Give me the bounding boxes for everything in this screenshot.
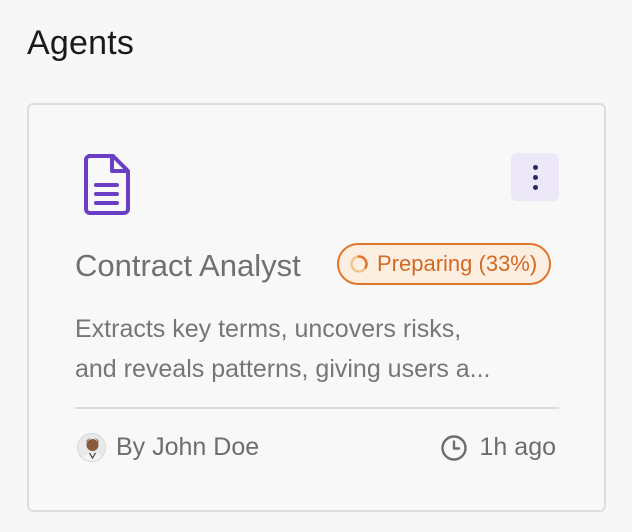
author-info: By John Doe xyxy=(77,433,259,462)
description-line: Extracts key terms, uncovers risks, xyxy=(75,315,462,343)
author-name: By John Doe xyxy=(116,433,260,461)
agent-name: Contract Analyst xyxy=(75,248,301,283)
time-ago: 1h ago xyxy=(479,433,556,461)
status-label: Preparing (33%) xyxy=(377,251,538,276)
time-info: 1h ago xyxy=(440,433,556,462)
progress-spinner-icon xyxy=(350,255,368,273)
more-vertical-icon xyxy=(532,164,538,170)
description-line: and reveals patterns, giving users a... xyxy=(75,355,491,383)
document-icon xyxy=(84,154,130,215)
more-options-button[interactable] xyxy=(511,153,559,201)
agent-description: Extracts key terms, uncovers risks, and … xyxy=(75,309,565,389)
page-title: Agents xyxy=(27,24,135,62)
avatar xyxy=(77,433,106,462)
clock-icon xyxy=(440,434,467,461)
agent-card[interactable]: Contract Analyst Preparing (33%) Extract… xyxy=(27,103,606,512)
status-badge: Preparing (33%) xyxy=(337,243,552,285)
card-divider xyxy=(75,407,559,409)
